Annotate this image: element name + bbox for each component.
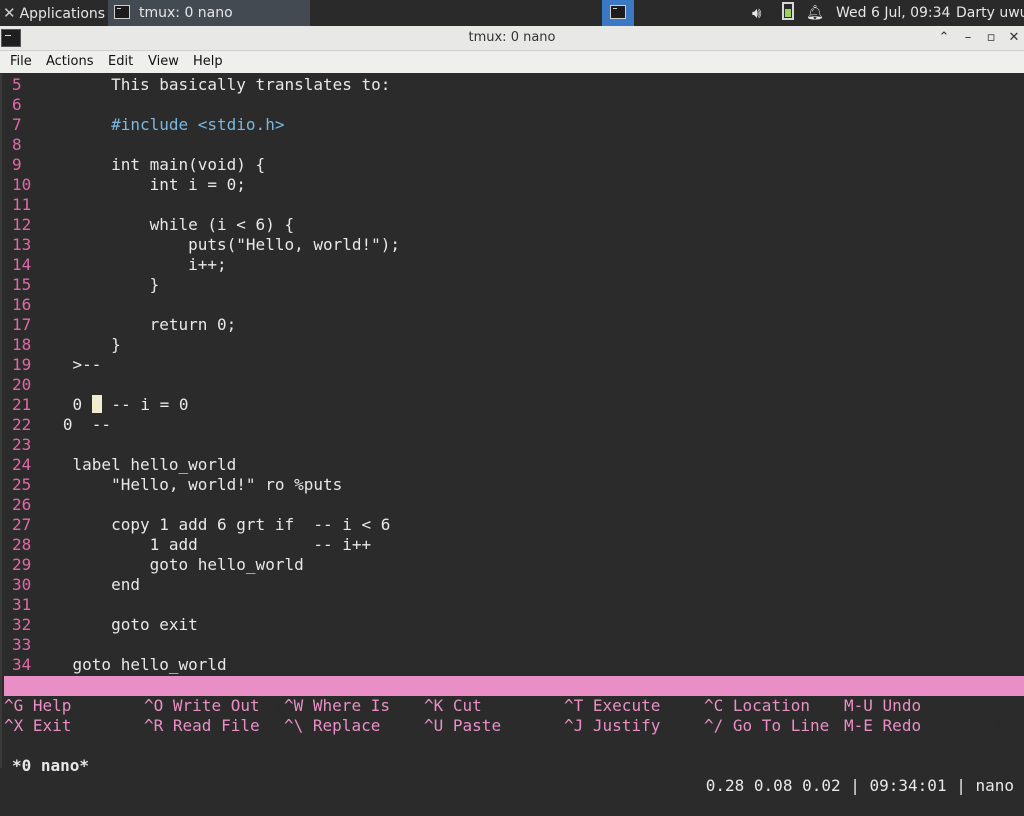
line-text: 0 -- i = 0 [34,395,189,414]
line-number: 12 [12,215,32,234]
line-number: 8 [12,135,22,154]
line-text: end [34,575,140,594]
line-number: 31 [12,595,32,614]
applications-label: Applications [19,6,106,22]
shortcut-help: ^G Help [4,696,72,715]
line-number: 27 [12,515,32,534]
menu-file[interactable]: File [10,51,32,73]
line-number: 29 [12,555,32,574]
shortcut-write-out: ^O Write Out [144,696,260,715]
line-text: goto hello_world [34,555,304,574]
shortcut-execute: ^T Execute [564,696,661,715]
terminal-launcher-button[interactable] [602,0,634,26]
line-text: puts("Hello, world!"); [34,235,401,254]
tmux-window-label[interactable]: *0 nano* [12,756,89,776]
line-text: } [34,335,121,354]
line-number: 10 [12,175,32,194]
shortcut-undo: M-U Undo [844,696,922,715]
line-number: 15 [12,275,32,294]
line-text: label hello_world [34,455,237,474]
line-number: 13 [12,235,32,254]
line-number: 19 [12,355,32,374]
line-number: 28 [12,535,32,554]
line-text: return 0; [34,315,237,334]
shortcut-read-file: ^R Read File [144,716,260,735]
line-number: 21 [12,395,32,414]
line-text: while (i < 6) { [34,215,295,234]
line-number: 9 [12,155,22,174]
minimize-button[interactable]: – [958,26,978,50]
line-number: 23 [12,435,32,454]
line-text: goto hello_world [34,655,227,674]
line-text: i++; [34,255,227,274]
text-cursor [91,395,102,413]
line-text: "Hello, world!" ro %puts [34,475,343,494]
shade-window-button[interactable]: ⌃ [934,26,954,50]
taskbar-item-label: tmux: 0 nano [139,5,233,21]
volume-icon[interactable]: 🔊︎ [752,0,770,26]
line-number: 26 [12,495,32,514]
tmux-status-bar: *0 nano* 0.28 0.08 0.02 | 09:34:01 | nan… [2,736,1024,795]
line-number: 6 [12,95,22,114]
shortcut-where-is: ^W Where Is [284,696,390,715]
line-number: 34 [12,655,32,674]
line-number: 5 [12,75,22,94]
battery-icon[interactable] [782,0,796,26]
line-text: } [34,275,160,294]
line-text: int main(void) { [34,155,266,174]
menu-edit[interactable]: Edit [108,51,133,73]
line-number: 33 [12,635,32,654]
maximize-button[interactable]: ▫ [981,26,1001,50]
line-text: goto exit [34,615,198,634]
shortcut-location: ^C Location [704,696,810,715]
applications-menu-button[interactable]: ✕ Applications [0,0,108,26]
line-number: 16 [12,295,32,314]
tmux-status-right: 0.28 0.08 0.02 | 09:34:01 | nano [705,776,1014,795]
window-titlebar[interactable]: tmux: 0 nano ⌃ – ▫ ✕ [0,26,1024,51]
menu-actions[interactable]: Actions [46,51,94,73]
shortcut-cut: ^K Cut [424,696,482,715]
shortcut-justify: ^J Justify [564,716,661,735]
terminal-area[interactable]: 5 This basically translates to: 6 7 #inclu… [0,74,1024,795]
terminal-icon [610,5,626,19]
user-menu[interactable]: Darty uwu [956,0,1024,26]
shortcut-replace: ^\ Replace [284,716,381,735]
line-text: 1 add -- i++ [34,535,372,554]
line-number: 22 [12,415,32,434]
shortcut-exit: ^X Exit [4,716,72,735]
line-number: 11 [12,195,32,214]
line-number: 25 [12,475,32,494]
line-number: 18 [12,335,32,354]
taskbar-item-tmux[interactable]: tmux: 0 nano [108,0,310,26]
top-panel: ✕ Applications tmux: 0 nano 🔊︎ 🔔︎ Wed 6 J… [0,0,1024,26]
close-button[interactable]: ✕ [1004,26,1024,50]
line-number: 32 [12,615,32,634]
xfce-logo-icon: ✕ [3,4,16,22]
line-text: >-- [34,355,102,374]
terminal-icon [114,5,130,19]
shortcut-paste: ^U Paste [424,716,502,735]
line-number: 20 [12,375,32,394]
notification-bell-icon[interactable]: 🔔︎ [806,0,824,26]
line-text: copy 1 add 6 grt if -- i < 6 [34,515,391,534]
line-text: This basically translates to: [34,75,391,94]
nano-status-bar: examples/hello_world_loop.fa * 51% [4,676,1024,735]
line-number: 14 [12,255,32,274]
line-text: #include <stdio.h> [34,115,285,134]
menu-bar: File Actions Edit View Help [0,51,1024,73]
line-number: 7 [12,115,22,134]
shortcut-redo: M-E Redo [844,716,922,735]
line-number: 17 [12,315,32,334]
window-title: tmux: 0 nano [468,30,556,45]
line-text: int i = 0; [34,175,246,194]
menu-help[interactable]: Help [193,51,223,73]
line-text: 0 -- [34,415,112,434]
shortcut-go-to-line: ^/ Go To Line [704,716,830,735]
clock[interactable]: Wed 6 Jul, 09:34 [836,0,950,26]
menu-view[interactable]: View [148,51,179,73]
scroll-percent: 51% [975,716,1004,735]
line-number: 24 [12,455,32,474]
line-number: 30 [12,575,32,594]
